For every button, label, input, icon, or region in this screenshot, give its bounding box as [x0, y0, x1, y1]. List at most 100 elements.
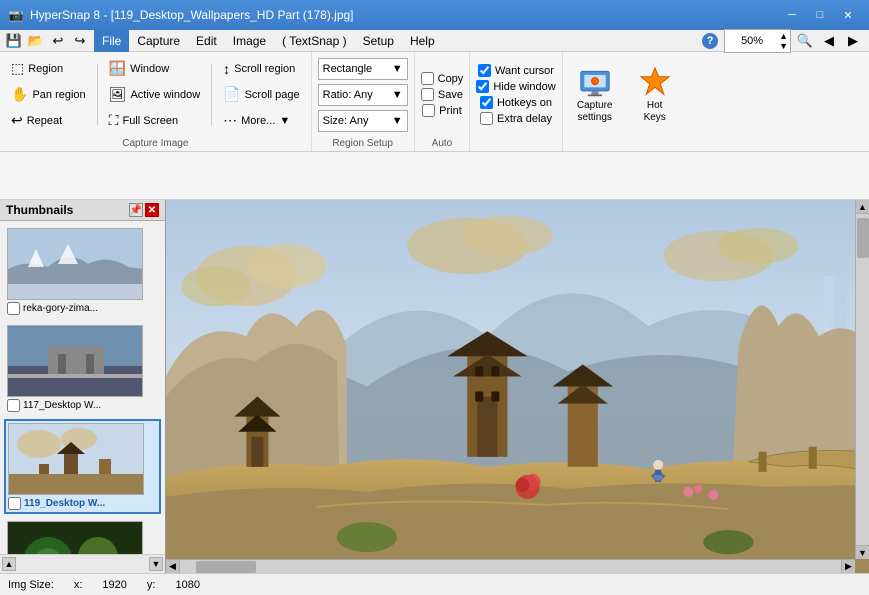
window-label: Window: [130, 63, 169, 75]
copy-checkbox-item[interactable]: Copy: [421, 72, 464, 85]
scroll-up-arrow[interactable]: ▲: [856, 200, 869, 214]
window-icon: 🪟: [109, 60, 126, 77]
extra-delay-checkbox[interactable]: [480, 112, 493, 125]
thumb2-checkbox[interactable]: [7, 399, 20, 412]
repeat-button[interactable]: ↩ Repeat: [6, 109, 91, 133]
qa-undo-button[interactable]: ↩: [48, 31, 68, 51]
thumbnails-pin-button[interactable]: 📌: [129, 203, 143, 217]
hide-window-checkbox-item[interactable]: Hide window: [476, 80, 555, 93]
want-cursor-checkbox-item[interactable]: Want cursor: [478, 64, 554, 77]
x-value: 1920: [102, 579, 126, 591]
zoom-dropdown-arrow[interactable]: ▲▼: [779, 31, 788, 51]
auto-inner: Copy Save Print: [415, 52, 470, 137]
scroll-region-button[interactable]: ↕ Scroll region: [218, 57, 304, 81]
want-cursor-checkbox[interactable]: [478, 64, 491, 77]
region-label: Region: [28, 63, 63, 75]
menu-file[interactable]: File: [94, 30, 129, 52]
thumbnails-title: Thumbnails: [6, 203, 73, 217]
thumbnail-image-3: [8, 423, 144, 495]
thumb1-checkbox[interactable]: [7, 302, 20, 315]
y-value: 1080: [175, 579, 199, 591]
capture-settings-label: Capturesettings: [577, 100, 613, 124]
thumbnail-svg-1: [8, 229, 143, 300]
region-button[interactable]: ⬚ Region: [6, 57, 91, 81]
horizontal-scrollbar[interactable]: ◀ ▶: [166, 559, 855, 573]
menu-image[interactable]: Image: [225, 30, 274, 52]
thumbnail-item-1[interactable]: reka-gory-zima...: [4, 225, 161, 318]
hotkeys-on-label: Hotkeys on: [497, 97, 552, 109]
shape-value: Rectangle: [323, 63, 373, 75]
copy-label: Copy: [438, 73, 464, 85]
pan-region-label: Pan region: [32, 89, 85, 101]
thumbnail-item-3[interactable]: 119_Desktop W...: [4, 419, 161, 514]
vertical-scrollbar[interactable]: ▲ ▼: [855, 200, 869, 559]
thumb3-checkbox[interactable]: [8, 497, 21, 510]
capture-settings-group: Capturesettings HotKeys: [563, 52, 687, 151]
zoom-input[interactable]: [727, 35, 777, 47]
hide-window-checkbox[interactable]: [476, 80, 489, 93]
print-checkbox-item[interactable]: Print: [422, 104, 462, 117]
shape-dropdown[interactable]: Rectangle ▼: [318, 58, 408, 80]
image-canvas: [166, 200, 869, 573]
hot-keys-button[interactable]: HotKeys: [629, 61, 681, 129]
save-checkbox-item[interactable]: Save: [421, 88, 463, 101]
ratio-dropdown[interactable]: Ratio: Any ▼: [318, 84, 408, 106]
menu-help[interactable]: Help: [402, 30, 443, 52]
ratio-dropdown-arrow: ▼: [392, 89, 403, 101]
thumbnail-item-2[interactable]: 117_Desktop W...: [4, 322, 161, 415]
save-label: Save: [438, 89, 463, 101]
scroll-page-button[interactable]: 📄 Scroll page: [218, 83, 304, 107]
full-screen-button[interactable]: ⛶ Full Screen: [104, 109, 205, 133]
more-button[interactable]: ⋯ More... ▼: [218, 109, 304, 133]
hotkeys-on-checkbox[interactable]: [480, 96, 493, 109]
scroll-thumb-v[interactable]: [857, 218, 869, 258]
zoom-fit-button[interactable]: 🔍: [795, 31, 815, 51]
thumbnail-svg-4: [8, 522, 143, 554]
prev-nav-button[interactable]: ◀: [819, 31, 839, 51]
save-checkbox[interactable]: [421, 88, 434, 101]
img-size-label: Img Size:: [8, 579, 54, 591]
copy-checkbox[interactable]: [421, 72, 434, 85]
close-button[interactable]: ✕: [835, 5, 861, 25]
scroll-region-label: Scroll region: [234, 63, 295, 75]
qa-open-button[interactable]: 📂: [26, 31, 46, 51]
help-button[interactable]: ?: [700, 31, 720, 51]
thumbnails-close-button[interactable]: ✕: [145, 203, 159, 217]
shape-dropdown-arrow: ▼: [392, 63, 403, 75]
qa-redo-button[interactable]: ↪: [70, 31, 90, 51]
thumbnails-scroll-up-button[interactable]: ▲: [2, 557, 16, 571]
menu-edit[interactable]: Edit: [188, 30, 225, 52]
thumbnails-scroll-down-button[interactable]: ▼: [149, 557, 163, 571]
qa-save-button[interactable]: 💾: [4, 31, 24, 51]
capture-settings-button[interactable]: Capturesettings: [569, 61, 621, 129]
thumbnail-svg-3: [9, 424, 144, 495]
scroll-right-arrow[interactable]: ▶: [841, 560, 855, 573]
region-setup-inner: Rectangle ▼ Ratio: Any ▼ Size: Any ▼: [312, 52, 414, 137]
scroll-thumb-h[interactable]: [196, 561, 256, 573]
hot-keys-label: HotKeys: [644, 100, 666, 124]
next-nav-button[interactable]: ▶: [843, 31, 863, 51]
menu-bar: 💾 📂 ↩ ↪ File Capture Edit Image ( TextSn…: [0, 30, 869, 52]
scroll-page-icon: 📄: [223, 86, 240, 103]
hotkeys-on-checkbox-item[interactable]: Hotkeys on: [480, 96, 552, 109]
pan-region-button[interactable]: ✋ Pan region: [6, 83, 91, 107]
image-viewer[interactable]: ▲ ▼ ◀ ▶: [166, 200, 869, 573]
menu-textsnap[interactable]: ( TextSnap ): [274, 30, 354, 52]
scroll-left-arrow[interactable]: ◀: [166, 560, 180, 573]
extra-delay-checkbox-item[interactable]: Extra delay: [480, 112, 552, 125]
size-dropdown[interactable]: Size: Any ▼: [318, 110, 408, 132]
thumbnail-svg-2: [8, 326, 143, 397]
scroll-down-arrow[interactable]: ▼: [856, 545, 869, 559]
capture-scroll-buttons: ↕ Scroll region 📄 Scroll page ⋯ More... …: [218, 57, 304, 133]
maximize-button[interactable]: □: [807, 5, 833, 25]
print-checkbox[interactable]: [422, 104, 435, 117]
window-button[interactable]: 🪟 Window: [104, 57, 205, 81]
active-window-button[interactable]: 🖼 Active window: [104, 83, 205, 107]
more-dropdown-icon: ▼: [279, 115, 290, 127]
menu-capture[interactable]: Capture: [129, 30, 188, 52]
thumb2-label: 117_Desktop W...: [23, 400, 101, 411]
minimize-button[interactable]: ─: [779, 5, 805, 25]
thumbnail-item-4[interactable]: 120_Desktop W...: [4, 518, 161, 554]
zoom-control[interactable]: ▲▼: [724, 29, 791, 53]
menu-setup[interactable]: Setup: [355, 30, 402, 52]
